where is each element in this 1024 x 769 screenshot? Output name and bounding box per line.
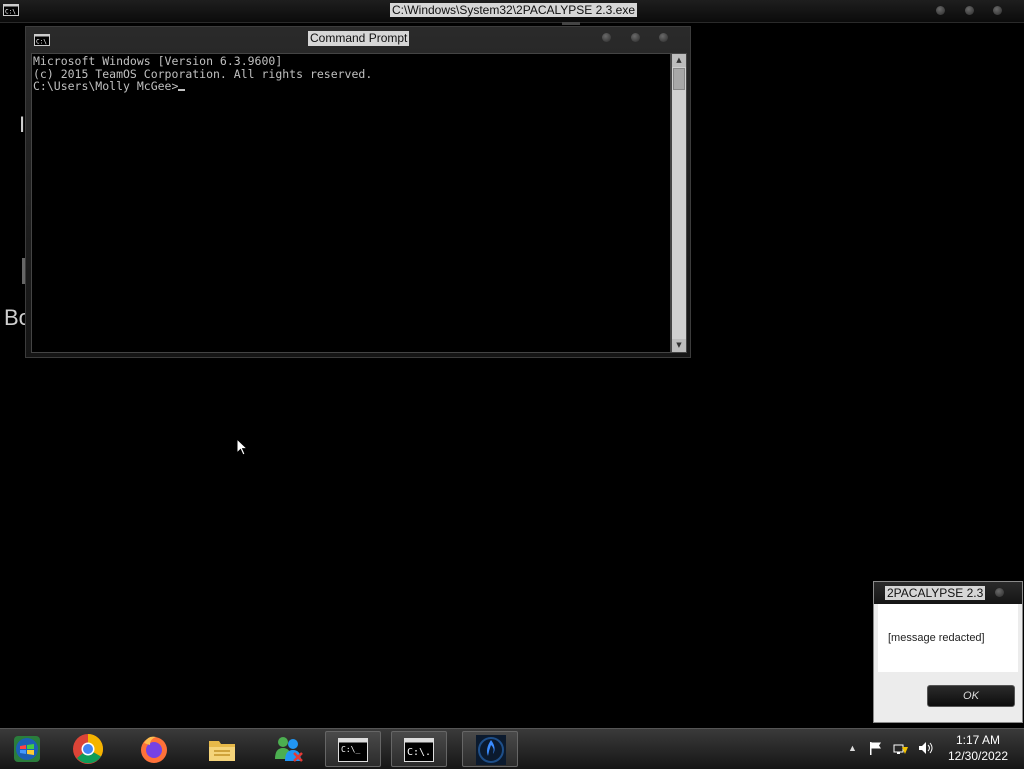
taskbar-item-messenger[interactable] <box>260 731 316 767</box>
cmd-icon: C:\ <box>3 4 19 16</box>
scroll-up-icon[interactable]: ▲ <box>672 54 686 67</box>
2pacalypse-flame-icon <box>476 735 506 765</box>
volume-icon[interactable] <box>918 741 934 755</box>
window-gripper <box>562 22 580 25</box>
console-output[interactable]: Microsoft Windows [Version 6.3.9600] (c)… <box>31 53 671 353</box>
command-prompt-icon: C:\. <box>404 738 434 762</box>
firefox-icon <box>141 736 167 763</box>
cmd-icon: C:\ <box>34 34 50 46</box>
taskbar-clock[interactable]: 1:17 AM 12/30/2022 <box>938 732 1018 764</box>
maximize-button[interactable] <box>631 33 640 42</box>
svg-text:C:\_: C:\_ <box>341 745 360 754</box>
svg-text:C:\.: C:\. <box>407 747 431 758</box>
clock-date: 12/30/2022 <box>947 749 1009 763</box>
vertical-scrollbar[interactable]: ▲ ▼ <box>671 53 687 353</box>
top-window-title: C:\Windows\System32\2PACALYPSE 2.3.exe <box>390 3 637 17</box>
close-button[interactable] <box>995 588 1004 597</box>
ok-button[interactable]: OK <box>927 685 1015 707</box>
network-warning-icon[interactable] <box>893 741 909 755</box>
text-cursor <box>178 89 186 91</box>
close-button[interactable] <box>993 6 1002 15</box>
close-button[interactable] <box>659 33 668 42</box>
taskbar-item-chrome[interactable] <box>60 731 116 767</box>
minimize-button[interactable] <box>936 6 945 15</box>
start-button[interactable] <box>2 731 52 767</box>
minimize-button[interactable] <box>602 33 611 42</box>
taskbar-item-2pacalypse[interactable] <box>462 731 518 767</box>
dialog-message: [message redacted] <box>888 632 985 644</box>
taskbar-item-command-prompt[interactable]: C:\_ <box>325 731 381 767</box>
command-prompt-icon: C:\_ <box>338 738 368 762</box>
taskbar-item-firefox[interactable] <box>126 731 182 767</box>
svg-text:C:\: C:\ <box>36 39 47 46</box>
top-title-bar: C:\ C:\Windows\System32\2PACALYPSE 2.3.e… <box>0 0 1024 23</box>
mouse-pointer-icon <box>236 438 248 456</box>
start-orb-icon <box>14 736 40 762</box>
scroll-down-icon[interactable]: ▼ <box>672 339 686 352</box>
scrollbar-thumb[interactable] <box>673 68 685 90</box>
taskbar-item-file-explorer[interactable] <box>194 731 250 767</box>
show-hidden-icons-chevron-icon[interactable]: ▲ <box>848 743 857 753</box>
command-prompt-window[interactable]: C:\ Command Prompt Microsoft Windows [Ve… <box>25 26 691 358</box>
dialog-title-bar: 2PACALYPSE 2.3 <box>874 582 1022 604</box>
dialog-content: [message redacted] <box>878 604 1018 672</box>
dialog-title: 2PACALYPSE 2.3 <box>885 586 986 600</box>
file-explorer-icon <box>209 741 235 761</box>
console-prompt: C:\Users\Molly McGee> <box>33 79 179 93</box>
svg-text:C:\: C:\ <box>5 9 16 16</box>
window-title: Command Prompt <box>308 31 410 46</box>
action-center-flag-icon[interactable] <box>869 741 883 755</box>
taskbar-item-command-prompt-2[interactable]: C:\. <box>391 731 447 767</box>
maximize-button[interactable] <box>965 6 974 15</box>
windows-live-messenger-icon <box>275 737 303 762</box>
message-dialog[interactable]: 2PACALYPSE 2.3 [message redacted] OK <box>873 581 1023 723</box>
console-line: Microsoft Windows [Version 6.3.9600] <box>33 54 283 68</box>
console-prompt-line[interactable]: C:\Users\Molly McGee> <box>33 80 670 93</box>
clock-time: 1:17 AM <box>955 733 1001 747</box>
taskbar: C:\_ C:\. ▲ <box>0 728 1024 769</box>
chrome-icon <box>73 734 104 764</box>
